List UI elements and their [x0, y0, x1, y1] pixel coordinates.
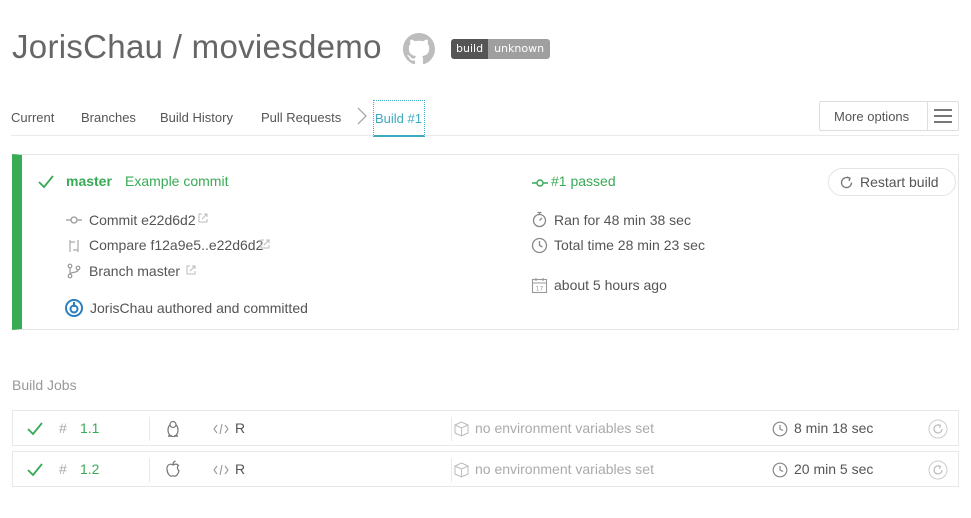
restart-job-icon[interactable] [928, 419, 948, 439]
hamburger-icon[interactable] [928, 102, 958, 130]
build-date: about 5 hours ago [554, 277, 667, 293]
calendar-day: 17 [536, 286, 544, 293]
total-time: Total time 28 min 23 sec [554, 237, 705, 253]
code-icon [213, 423, 229, 435]
build-status-badge[interactable]: build unknown [451, 39, 551, 59]
hash-icon: # [59, 420, 67, 436]
restart-icon [840, 176, 853, 189]
clock-icon [772, 462, 788, 478]
tab-build-history[interactable]: Build History [160, 110, 233, 125]
badge-value: unknown [488, 39, 551, 59]
commit-icon [532, 179, 548, 187]
clock-icon [772, 421, 788, 437]
job-row[interactable]: # 1.1 R no environment variables set 8 m… [12, 410, 959, 446]
external-link-icon [260, 239, 270, 249]
job-language: R [235, 461, 246, 477]
job-env: no environment variables set [475, 420, 654, 436]
github-icon[interactable] [403, 33, 435, 65]
divider [451, 417, 452, 441]
box-icon [454, 462, 469, 478]
repo-title[interactable]: JorisChau / moviesdemo [12, 28, 382, 66]
tab-current[interactable]: Current [11, 110, 54, 125]
commit-message: Example commit [125, 173, 229, 189]
check-icon [38, 175, 54, 189]
tab-branches[interactable]: Branches [81, 110, 136, 125]
linux-icon [167, 420, 179, 438]
job-number[interactable]: 1.1 [80, 420, 99, 436]
check-icon [27, 463, 43, 477]
calendar-icon: 17 [531, 278, 548, 294]
commit-icon [66, 216, 82, 224]
build-summary-card: master Example commit Commit e22d6d2 Com… [12, 154, 959, 330]
ran-for: Ran for 48 min 38 sec [554, 212, 691, 228]
build-jobs-heading: Build Jobs [12, 377, 77, 393]
compare-link[interactable]: Compare f12a9e5..e22d6d2 [89, 237, 263, 253]
job-duration: 8 min 18 sec [794, 420, 874, 436]
job-row[interactable]: # 1.2 R no environment variables set 20 … [12, 451, 959, 487]
job-language: R [235, 420, 246, 436]
restart-build-label: Restart build [860, 174, 939, 190]
stopwatch-icon [532, 211, 547, 228]
build-tabs: Current Branches Build History Pull Requ… [11, 100, 959, 137]
job-env: no environment variables set [475, 461, 654, 477]
author-text: JorisChau authored and committed [90, 300, 308, 316]
external-link-icon [198, 213, 208, 223]
tab-pull-requests[interactable]: Pull Requests [261, 110, 341, 125]
more-options-button[interactable]: More options [819, 101, 959, 131]
compare-icon [69, 240, 79, 252]
commit-link[interactable]: Commit e22d6d2 [89, 212, 196, 228]
job-duration: 20 min 5 sec [794, 461, 874, 477]
divider [149, 417, 150, 441]
avatar [65, 299, 83, 317]
job-number[interactable]: 1.2 [80, 461, 99, 477]
build-status: #1 passed [551, 173, 616, 189]
clock-icon [531, 237, 548, 254]
hash-icon: # [59, 461, 67, 477]
restart-job-icon[interactable] [928, 460, 948, 480]
divider [451, 458, 452, 482]
chevron-right-icon [357, 107, 367, 125]
external-link-icon [186, 265, 196, 275]
check-icon [27, 422, 43, 436]
divider [149, 458, 150, 482]
branch-link[interactable]: Branch master [89, 263, 180, 279]
branch-name[interactable]: master [66, 173, 112, 189]
box-icon [454, 421, 469, 437]
tab-build-1[interactable]: Build #1 [373, 100, 425, 137]
badge-label: build [451, 39, 489, 59]
code-icon [213, 464, 229, 476]
restart-build-button[interactable]: Restart build [828, 168, 956, 196]
more-options-label: More options [820, 102, 928, 130]
apple-icon [166, 460, 180, 477]
branch-icon [67, 263, 81, 279]
